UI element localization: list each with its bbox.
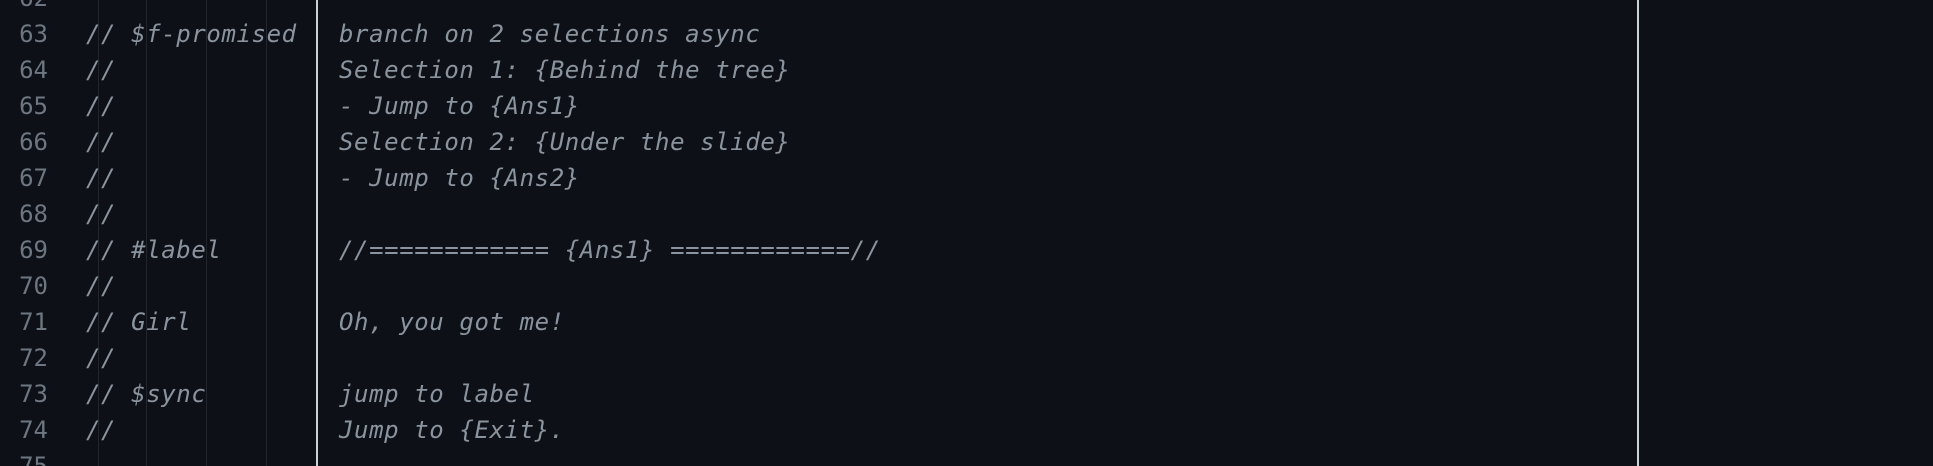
line-number: 71 [19, 308, 48, 336]
code-line[interactable]: 69 // #label //============ {Ans1} =====… [0, 232, 1933, 268]
comment-left-column: // [86, 344, 117, 372]
code-line[interactable]: 63 // $f-promised branch on 2 selections… [0, 16, 1933, 52]
code-line[interactable]: 67 // - Jump to {Ans2} [0, 160, 1933, 196]
comment-right-column: jump to label [339, 380, 535, 408]
comment-left-column: // [86, 56, 117, 84]
comment-right-column: Selection 1: {Behind the tree} [339, 56, 791, 84]
code-line[interactable]: 72 // [0, 340, 1933, 376]
comment-right-column: - Jump to {Ans1} [339, 92, 580, 120]
code-line[interactable]: 73 // $sync jump to label [0, 376, 1933, 412]
line-number: 74 [19, 416, 48, 444]
table-column-separator [316, 0, 318, 466]
code-line[interactable]: 70 // [0, 268, 1933, 304]
line-number: 68 [19, 200, 48, 228]
line-number: 72 [19, 344, 48, 372]
code-editor[interactable]: 62 63 // $f-promised branch on 2 selecti… [0, 0, 1933, 466]
comment-left-column: // [86, 92, 117, 120]
code-line[interactable]: 74 // Jump to {Exit}. [0, 412, 1933, 448]
line-number: 75 [19, 452, 48, 466]
code-line[interactable]: 64 // Selection 1: {Behind the tree} [0, 52, 1933, 88]
comment-right-column: branch on 2 selections async [339, 20, 761, 48]
code-line[interactable]: 75 [0, 448, 1933, 466]
comment-right-column: Selection 2: {Under the slide} [339, 128, 791, 156]
line-number: 70 [19, 272, 48, 300]
comment-left-column: // Girl [86, 308, 192, 336]
comment-right-column: Oh, you got me! [339, 308, 565, 336]
line-number: 67 [19, 164, 48, 192]
comment-left-column: // #label [86, 236, 222, 264]
code-lines: 62 63 // $f-promised branch on 2 selecti… [0, 0, 1933, 466]
code-line[interactable]: 66 // Selection 2: {Under the slide} [0, 124, 1933, 160]
code-line[interactable]: 71 // Girl Oh, you got me! [0, 304, 1933, 340]
code-line[interactable]: 65 // - Jump to {Ans1} [0, 88, 1933, 124]
line-number: 63 [19, 20, 48, 48]
line-number: 62 [0, 0, 48, 16]
comment-left-column: // $sync [86, 380, 207, 408]
comment-right-column: Jump to {Exit}. [339, 416, 565, 444]
comment-left-column: // [86, 164, 117, 192]
code-line[interactable]: 68 // [0, 196, 1933, 232]
code-line[interactable]: 62 [0, 0, 1933, 16]
comment-left-column: // [86, 416, 117, 444]
comment-left-column: // [86, 200, 117, 228]
line-number: 66 [19, 128, 48, 156]
comment-right-column: //============ {Ans1} ============// [339, 236, 881, 264]
comment-left-column: // [86, 128, 117, 156]
comment-left-column: // [86, 272, 117, 300]
line-number: 65 [19, 92, 48, 120]
line-number: 64 [19, 56, 48, 84]
line-number: 69 [19, 236, 48, 264]
table-column-separator [1637, 0, 1639, 466]
line-number: 73 [19, 380, 48, 408]
comment-left-column: // $f-promised [86, 20, 297, 48]
comment-right-column: - Jump to {Ans2} [339, 164, 580, 192]
